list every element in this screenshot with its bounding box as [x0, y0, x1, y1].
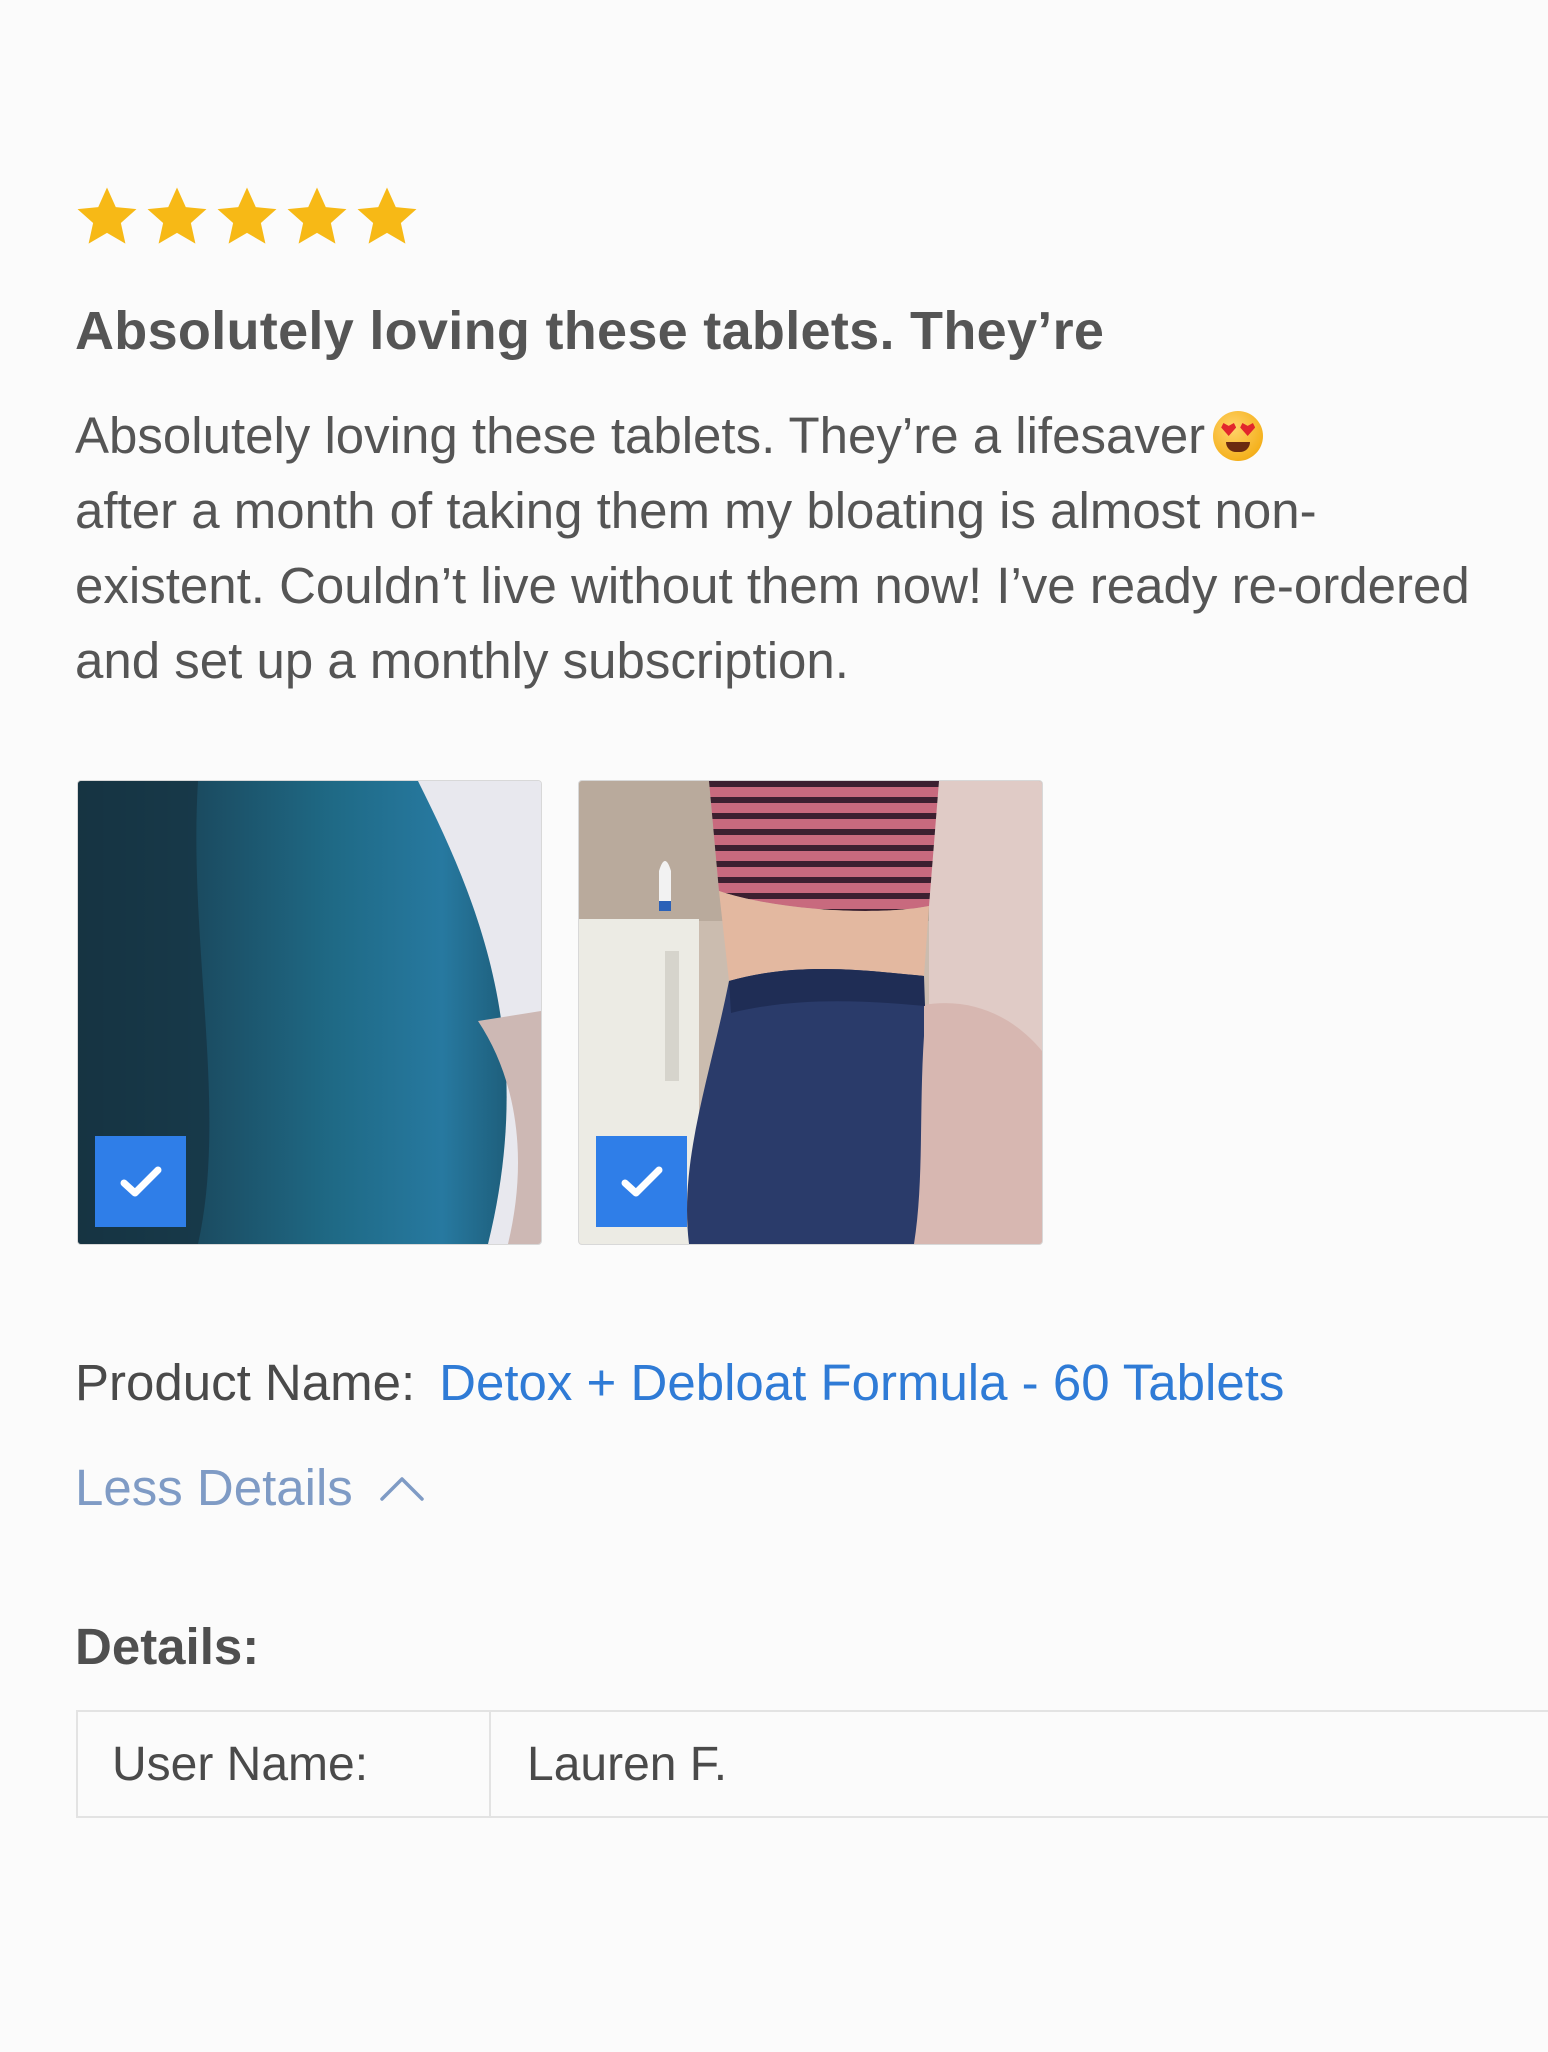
chevron-up-icon: [380, 1476, 424, 1501]
photo-2-checkbox[interactable]: [596, 1136, 687, 1227]
checkmark-icon: [120, 1166, 161, 1196]
review-body: Absolutely loving these tablets. They’re…: [75, 398, 1505, 698]
product-name-row: Product Name: Detox + Debloat Formula - 6…: [75, 1353, 1284, 1412]
review-title: Absolutely loving these tablets. They’re: [75, 301, 1105, 361]
details-heading: Details:: [75, 1618, 260, 1675]
star-rating: [73, 183, 421, 251]
review-card: Absolutely loving these tablets. They’re…: [0, 0, 1548, 2052]
product-name-link[interactable]: Detox + Debloat Formula - 60 Tablets: [439, 1354, 1284, 1411]
details-table: User Name: Lauren F.: [76, 1710, 1548, 1818]
heart-eyes-emoji-icon: [1213, 411, 1264, 461]
star-icon: [357, 187, 417, 244]
star-icon: [217, 187, 277, 244]
photo-1-checkbox[interactable]: [95, 1136, 186, 1227]
star-icon: [77, 187, 137, 244]
review-photos: [77, 780, 1043, 1245]
review-photo-2[interactable]: [578, 780, 1043, 1245]
less-details-label: Less Details: [75, 1459, 353, 1516]
star-icon: [147, 187, 207, 244]
details-value-user-name: Lauren F.: [527, 1737, 728, 1791]
less-details-toggle[interactable]: Less Details: [75, 1458, 425, 1517]
checkmark-icon: [621, 1166, 662, 1196]
review-body-text: Absolutely loving these tablets. They’re…: [75, 407, 1206, 464]
details-key-user-name: User Name:: [78, 1712, 491, 1816]
review-photo-1[interactable]: [77, 780, 542, 1245]
star-icon: [287, 187, 347, 244]
product-name-label: Product Name:: [75, 1354, 416, 1411]
review-body-text-continued: after a month of taking them my bloating…: [75, 482, 1470, 689]
